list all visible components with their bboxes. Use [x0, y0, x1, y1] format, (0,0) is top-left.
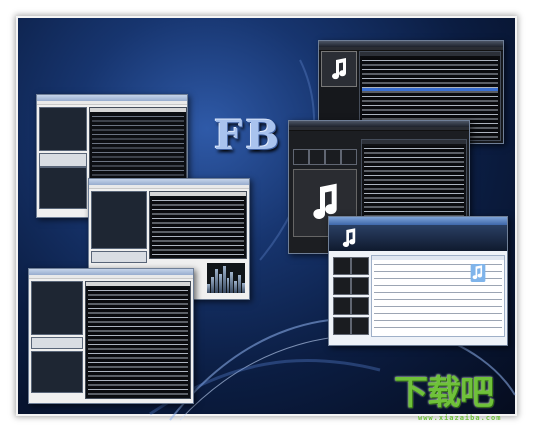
album-art-pane — [321, 51, 357, 87]
playlist-header[interactable] — [90, 108, 186, 112]
selected-track[interactable] — [362, 88, 498, 91]
player-window-6[interactable] — [328, 216, 508, 346]
playlist[interactable] — [149, 191, 247, 259]
info-pane — [91, 251, 147, 263]
album-tile[interactable] — [333, 317, 351, 335]
visualizer-pane — [39, 167, 87, 209]
album-tile[interactable] — [325, 149, 341, 165]
album-art-pane — [91, 191, 147, 249]
playlist-header[interactable] — [150, 192, 246, 196]
album-tile[interactable] — [333, 297, 351, 315]
window-menubar[interactable] — [89, 185, 249, 189]
music-note-icon — [330, 58, 348, 80]
window-titlebar[interactable] — [329, 217, 507, 225]
watermark-logo-text: 下载吧 — [394, 373, 494, 413]
playlist-header[interactable] — [362, 140, 466, 144]
info-pane — [31, 337, 83, 349]
playlist-header[interactable] — [372, 256, 504, 260]
album-art-pane — [39, 107, 87, 151]
window-menubar[interactable] — [289, 127, 469, 131]
spectrum-visualizer — [207, 263, 246, 293]
playlist[interactable] — [371, 255, 505, 337]
album-tile[interactable] — [333, 277, 351, 295]
playlist-header[interactable] — [86, 282, 190, 286]
album-tile[interactable] — [351, 317, 369, 335]
album-tile[interactable] — [341, 149, 357, 165]
playlist-header[interactable] — [360, 52, 500, 56]
playlist[interactable] — [85, 281, 191, 399]
album-tile[interactable] — [351, 297, 369, 315]
window-menubar[interactable] — [37, 101, 187, 105]
window-menubar[interactable] — [29, 275, 193, 279]
album-tile[interactable] — [351, 277, 369, 295]
album-tile[interactable] — [309, 149, 325, 165]
player-window-3[interactable] — [28, 268, 194, 404]
music-note-icon — [341, 228, 357, 248]
visualizer-pane — [31, 351, 83, 393]
playlist-rows[interactable] — [152, 198, 244, 256]
watermark-url: www.xiazaiba.com — [418, 414, 502, 422]
album-art-pane — [31, 281, 83, 335]
album-tile[interactable] — [351, 257, 369, 275]
music-note-icon — [470, 264, 486, 282]
site-watermark: 下载吧 www.xiazaiba.com — [394, 374, 522, 430]
playlist-rows[interactable] — [88, 288, 188, 396]
album-tile[interactable] — [333, 257, 351, 275]
fb-logo: FB — [214, 112, 283, 159]
album-tile[interactable] — [293, 149, 309, 165]
info-pane — [39, 153, 87, 167]
now-playing-banner — [329, 225, 507, 251]
screenshot-collage: FB 下载吧 www.xiazaiba.com — [0, 0, 535, 434]
